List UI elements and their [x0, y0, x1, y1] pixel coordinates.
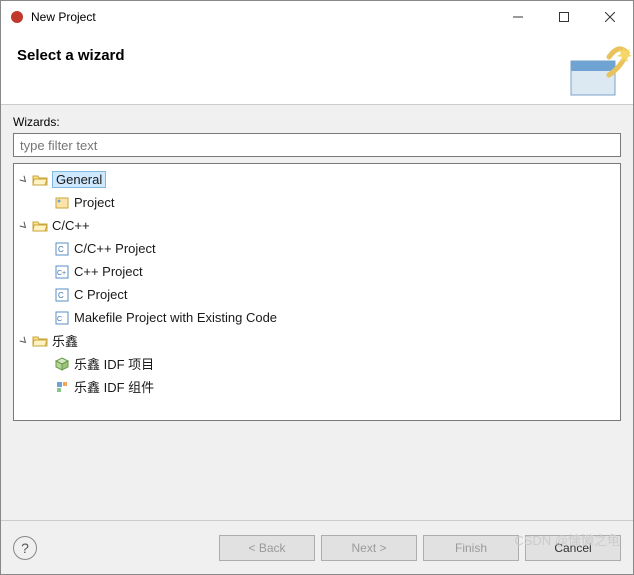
tree-label: General — [52, 171, 106, 188]
tree-label: 乐鑫 IDF 组件 — [74, 377, 154, 396]
wizards-label: Wizards: — [13, 115, 621, 129]
next-button[interactable]: Next > — [321, 535, 417, 561]
folder-open-icon — [32, 172, 48, 188]
project-icon — [54, 195, 70, 211]
tree-node-ccpp[interactable]: C/C++ — [16, 214, 618, 237]
tree-node-c-project[interactable]: C C Project — [16, 283, 618, 306]
c-file-icon: C+ — [54, 264, 70, 280]
svg-text:C+: C+ — [57, 270, 66, 277]
filter-input[interactable] — [13, 133, 621, 157]
finish-button[interactable]: Finish — [423, 535, 519, 561]
app-icon — [9, 9, 25, 25]
tree-node-project[interactable]: Project — [16, 191, 618, 214]
wizard-tree[interactable]: General Project C/C++ C C/C++ Project C+… — [13, 163, 621, 421]
c-file-icon: C — [54, 287, 70, 303]
cancel-button[interactable]: Cancel — [525, 535, 621, 561]
svg-text:C: C — [58, 291, 64, 300]
cube-icon — [54, 356, 70, 372]
tree-node-makefile[interactable]: C Makefile Project with Existing Code — [16, 306, 618, 329]
back-button[interactable]: < Back — [219, 535, 315, 561]
banner: Select a wizard — [1, 33, 633, 105]
tree-label: 乐鑫 IDF 项目 — [74, 354, 154, 373]
footer: ? < Back Next > Finish Cancel — [1, 520, 633, 574]
tree-label: Project — [74, 195, 114, 210]
titlebar: New Project — [1, 1, 633, 33]
wizard-icon — [553, 33, 633, 105]
expand-icon[interactable] — [16, 221, 32, 231]
window-title: New Project — [31, 10, 495, 24]
tree-label: C++ Project — [74, 264, 143, 279]
tree-node-ccpp-project[interactable]: C C/C++ Project — [16, 237, 618, 260]
tree-node-cpp-project[interactable]: C+ C++ Project — [16, 260, 618, 283]
c-file-icon: C — [54, 241, 70, 257]
folder-open-icon — [32, 333, 48, 349]
tree-label: 乐鑫 — [52, 331, 78, 350]
expand-icon[interactable] — [16, 336, 32, 346]
content-area: Wizards: General Project C/C++ C C/C++ P… — [1, 105, 633, 520]
tree-node-general[interactable]: General — [16, 168, 618, 191]
tree-node-lexin[interactable]: 乐鑫 — [16, 329, 618, 352]
component-icon — [54, 379, 70, 395]
folder-open-icon — [32, 218, 48, 234]
tree-label: Makefile Project with Existing Code — [74, 310, 277, 325]
help-button[interactable]: ? — [13, 536, 37, 560]
c-file-icon: C — [54, 310, 70, 326]
tree-label: C Project — [74, 287, 127, 302]
maximize-button[interactable] — [541, 1, 587, 33]
banner-title: Select a wizard — [17, 47, 125, 64]
tree-node-lexin-idf-component[interactable]: 乐鑫 IDF 组件 — [16, 375, 618, 398]
close-button[interactable] — [587, 1, 633, 33]
svg-text:C: C — [57, 316, 62, 323]
minimize-button[interactable] — [495, 1, 541, 33]
svg-text:C: C — [58, 245, 64, 254]
expand-icon[interactable] — [16, 175, 32, 185]
tree-node-lexin-idf-project[interactable]: 乐鑫 IDF 项目 — [16, 352, 618, 375]
tree-label: C/C++ — [52, 218, 90, 233]
tree-label: C/C++ Project — [74, 241, 156, 256]
